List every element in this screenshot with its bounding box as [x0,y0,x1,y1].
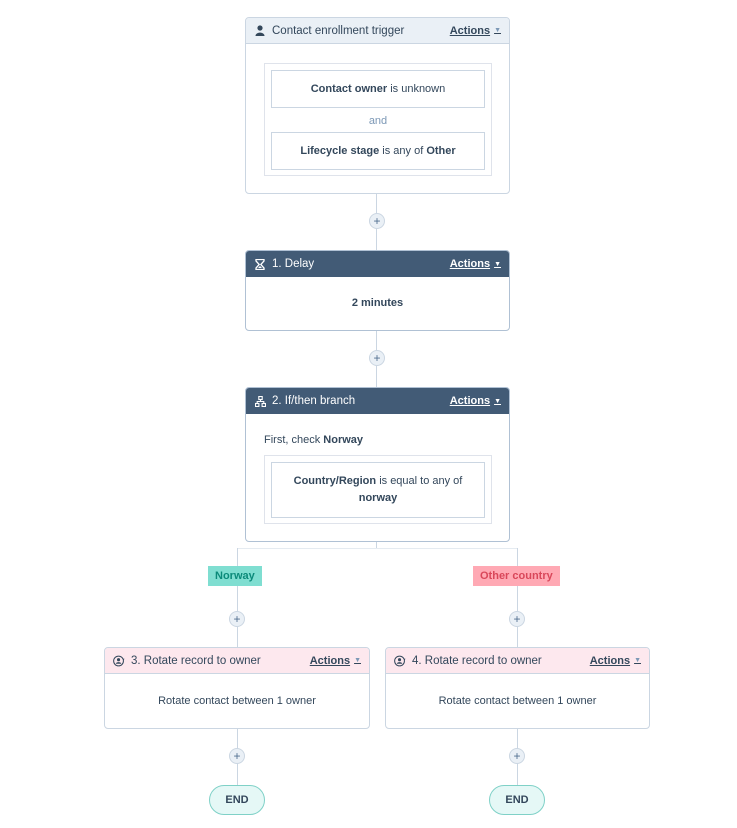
branch-icon [254,395,266,407]
chevron-down-icon: ▼ [354,657,361,664]
branch-step-card[interactable]: 2. If/then branch Actions ▼ First, check… [245,387,510,542]
actions-label: Actions [449,395,491,407]
branch-label-other-country[interactable]: Other country [473,566,560,586]
actions-label: Actions [589,654,631,667]
add-step-button[interactable]: + [229,611,245,627]
filter-lifecycle-stage[interactable]: Lifecycle stage is any of Other [271,132,485,170]
rotate-header: 3. Rotate record to owner Actions ▼ [105,648,369,674]
delay-header: 1. Delay Actions ▼ [246,251,509,277]
rotate-header: 4. Rotate record to owner Actions ▼ [386,648,649,674]
trigger-header: Contact enrollment trigger Actions ▼ [246,18,509,44]
filter-group: Contact owner is unknown and Lifecycle s… [264,63,492,176]
filter-property: Country/Region [293,475,377,487]
chevron-down-icon: ▼ [634,657,641,664]
branch-connector-line [237,548,518,549]
actions-label: Actions [309,654,351,667]
filter-country-region[interactable]: Country/Region is equal to any of norway [271,462,485,518]
rotate-description: Rotate contact between 1 owner [438,695,597,707]
rotate-actions-dropdown[interactable]: Actions ▼ [590,655,641,667]
filter-joiner: and [368,115,388,127]
filter-value: norway [358,492,398,504]
chevron-down-icon: ▼ [494,397,501,405]
rotate-owner-icon [394,655,406,667]
intro-prefix: First, check [264,434,321,446]
branch-intro: First, check Norway [264,434,363,446]
add-step-button[interactable]: + [229,748,245,764]
actions-label: Actions [449,258,491,270]
chevron-down-icon: ▼ [494,260,501,268]
branch-label-norway[interactable]: Norway [208,566,262,586]
trigger-title: Contact enrollment trigger [272,24,405,37]
filter-operator: is equal to any of [379,475,463,487]
delay-duration: 2 minutes [351,297,404,309]
connector-line [517,548,518,648]
person-icon [254,25,266,37]
rotate-owner-icon [113,655,125,667]
add-step-button[interactable]: + [369,350,385,366]
intro-branch-name: Norway [323,434,364,446]
add-step-button[interactable]: + [369,213,385,229]
rotate-title: 3. Rotate record to owner [131,654,261,667]
filter-operator: is unknown [390,82,446,95]
branch-title: 2. If/then branch [272,395,356,407]
delay-actions-dropdown[interactable]: Actions ▼ [450,258,501,270]
delay-title: 1. Delay [272,258,315,270]
hourglass-icon [254,258,266,270]
rotate-actions-dropdown[interactable]: Actions ▼ [310,655,361,667]
filter-property: Lifecycle stage [300,144,380,157]
delay-step-card[interactable]: 1. Delay Actions ▼ 2 minutes [245,250,510,331]
filter-operator: is any of [382,144,424,157]
filter-contact-owner[interactable]: Contact owner is unknown [271,70,485,108]
branch-actions-dropdown[interactable]: Actions ▼ [450,395,501,407]
chevron-down-icon: ▼ [494,27,501,34]
end-node: END [489,785,545,815]
rotate-owner-step-card[interactable]: 4. Rotate record to owner Actions ▼ Rota… [385,647,650,729]
add-step-button[interactable]: + [509,748,525,764]
filter-value: Other [426,144,456,157]
filter-property: Contact owner [310,82,388,95]
rotate-owner-step-card[interactable]: 3. Rotate record to owner Actions ▼ Rota… [104,647,370,729]
actions-label: Actions [449,24,491,37]
add-step-button[interactable]: + [509,611,525,627]
end-node: END [209,785,265,815]
connector-line [237,548,238,648]
branch-header: 2. If/then branch Actions ▼ [246,388,509,414]
rotate-description: Rotate contact between 1 owner [158,695,316,707]
filter-group: Country/Region is equal to any of norway [264,455,492,524]
enrollment-trigger-card[interactable]: Contact enrollment trigger Actions ▼ Con… [245,17,510,194]
rotate-title: 4. Rotate record to owner [412,654,542,667]
trigger-actions-dropdown[interactable]: Actions ▼ [450,25,501,37]
